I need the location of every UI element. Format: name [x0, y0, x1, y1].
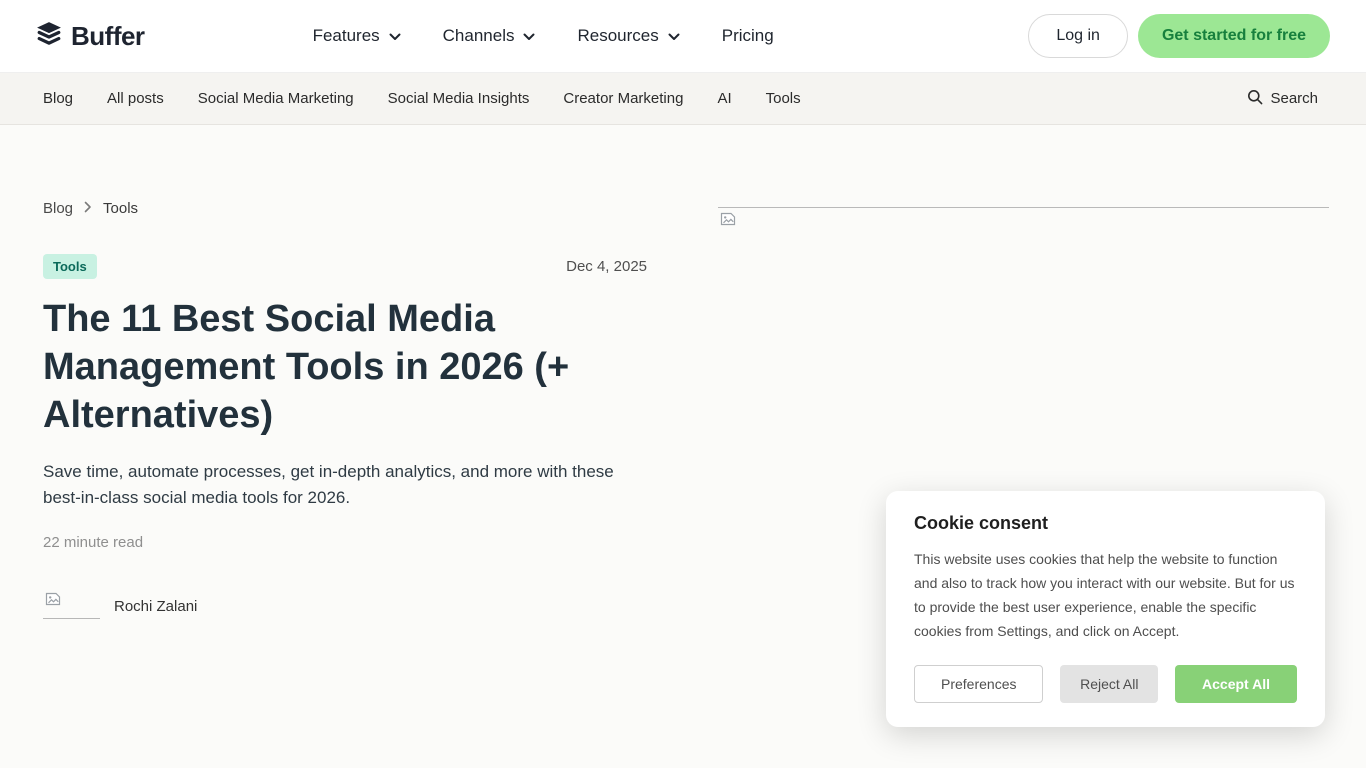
cookie-body: This website uses cookies that help the …: [914, 547, 1297, 643]
article-meta-column: Blog Tools Tools Dec 4, 2025 The 11 Best…: [43, 200, 647, 707]
blog-subnav: Blog All posts Social Media Marketing So…: [0, 73, 1366, 125]
buffer-logo-icon: [36, 21, 62, 52]
chevron-down-icon: [389, 26, 401, 46]
subnav-item-ai[interactable]: AI: [717, 90, 731, 107]
get-started-button[interactable]: Get started for free: [1138, 14, 1330, 58]
cookie-consent-dialog: Cookie consent This website uses cookies…: [886, 491, 1325, 727]
nav-pricing[interactable]: Pricing: [722, 26, 774, 46]
breadcrumb-blog[interactable]: Blog: [43, 200, 73, 217]
subnav-item-all-posts[interactable]: All posts: [107, 90, 164, 107]
article-date: Dec 4, 2025: [566, 258, 647, 275]
author-name: Rochi Zalani: [114, 598, 197, 619]
chevron-down-icon: [523, 26, 535, 46]
login-button[interactable]: Log in: [1028, 14, 1128, 58]
nav-channels[interactable]: Channels: [443, 26, 536, 46]
subnav-item-tools[interactable]: Tools: [766, 90, 801, 107]
buffer-logo[interactable]: Buffer: [36, 21, 145, 52]
main-header: Buffer Features Channels Resources Prici…: [0, 0, 1366, 73]
subnav-item-social-media-insights[interactable]: Social Media Insights: [388, 90, 530, 107]
buffer-logo-text: Buffer: [71, 21, 145, 52]
search-label: Search: [1270, 90, 1318, 107]
search-button[interactable]: Search: [1247, 89, 1318, 109]
cookie-title: Cookie consent: [914, 513, 1297, 534]
cookie-buttons: Preferences Reject All Accept All: [914, 665, 1297, 703]
subnav-items: Blog All posts Social Media Marketing So…: [43, 90, 801, 107]
search-icon: [1247, 89, 1263, 109]
nav-features-label: Features: [313, 26, 380, 46]
article-meta-row: Tools Dec 4, 2025: [43, 254, 647, 279]
nav-resources-label: Resources: [577, 26, 658, 46]
nav-resources[interactable]: Resources: [577, 26, 679, 46]
subnav-item-creator-marketing[interactable]: Creator Marketing: [563, 90, 683, 107]
article-subtitle: Save time, automate processes, get in-de…: [43, 459, 621, 511]
read-time: 22 minute read: [43, 534, 647, 551]
nav-channels-label: Channels: [443, 26, 515, 46]
subnav-item-social-media-marketing[interactable]: Social Media Marketing: [198, 90, 354, 107]
breadcrumb: Blog Tools: [43, 200, 647, 217]
tag-badge[interactable]: Tools: [43, 254, 97, 279]
author-avatar: [43, 591, 100, 619]
main-nav: Features Channels Resources Pricing: [313, 26, 774, 46]
reject-all-button[interactable]: Reject All: [1060, 665, 1158, 703]
breadcrumb-tools[interactable]: Tools: [103, 200, 138, 217]
chevron-right-icon: [84, 200, 92, 217]
article-title: The 11 Best Social Media Management Tool…: [43, 295, 608, 439]
nav-pricing-label: Pricing: [722, 26, 774, 46]
author-row: Rochi Zalani: [43, 591, 647, 619]
chevron-down-icon: [668, 26, 680, 46]
header-actions: Log in Get started for free: [1028, 14, 1330, 58]
preferences-button[interactable]: Preferences: [914, 665, 1043, 703]
accept-all-button[interactable]: Accept All: [1175, 665, 1297, 703]
subnav-item-blog[interactable]: Blog: [43, 90, 73, 107]
nav-features[interactable]: Features: [313, 26, 401, 46]
